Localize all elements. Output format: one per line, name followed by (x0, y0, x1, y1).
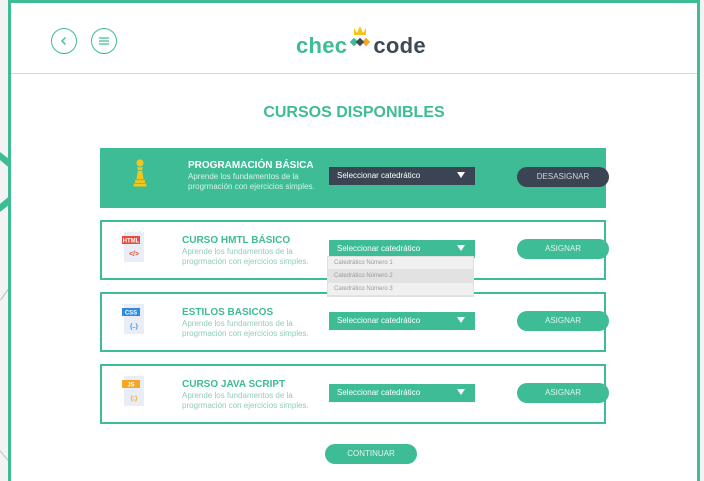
course-description: Aprende los fundamentos de la progrmació… (188, 172, 315, 191)
teacher-select-value: Seleccionar catedrático (337, 388, 421, 397)
teacher-select[interactable]: Seleccionar catedrático (329, 384, 475, 402)
menu-button[interactable] (91, 28, 117, 54)
teacher-option[interactable]: Catedrático Número 2 (328, 270, 473, 283)
course-description: Aprende los fundamentos de la progrmació… (182, 247, 309, 266)
page-title: CURSOS DISPONIBLES (263, 104, 445, 121)
course-card-programacion: PROGRAMACIÓN BÁSICA Aprende los fundamen… (100, 148, 609, 208)
logo: chec code (296, 26, 426, 59)
course-description: Aprende los fundamentos de la progrmació… (182, 319, 309, 338)
course-name: CURSO HMTL BÁSICO (182, 235, 291, 246)
css-file-icon: CSS {..} (122, 304, 144, 334)
course-name: ESTILOS BASICOS (182, 307, 274, 318)
chess-pawn-icon (133, 159, 147, 187)
chevron-left-icon (61, 37, 66, 45)
unassign-button[interactable]: DESASIGNAR (517, 167, 609, 187)
teacher-option[interactable]: Catedrático Número 1 (328, 257, 473, 270)
back-button[interactable] (51, 28, 77, 54)
svg-text:</>: </> (129, 251, 139, 258)
svg-text:JS: JS (127, 383, 134, 389)
logo-text-right: code (373, 33, 426, 58)
continue-button[interactable]: CONTINUAR (325, 444, 417, 464)
logo-text-left: chec (296, 33, 348, 58)
teacher-select-value: Seleccionar catedrático (337, 244, 421, 253)
assign-button[interactable]: ASIGNAR (517, 383, 609, 403)
teacher-select[interactable]: Seleccionar catedrático (329, 167, 475, 185)
course-description: Aprende los fundamentos de la progrmació… (182, 391, 309, 410)
caret-down-icon (457, 245, 465, 251)
assign-button[interactable]: ASIGNAR (517, 239, 609, 259)
crown-icon (348, 26, 372, 58)
svg-text:CSS: CSS (125, 311, 137, 317)
teacher-option[interactable]: Catedrático Número 3 (328, 283, 473, 296)
teacher-select[interactable]: Seleccionar catedrático (329, 312, 475, 330)
html-file-icon: HTML </> (122, 232, 144, 262)
course-name: CURSO JAVA SCRIPT (182, 379, 286, 390)
teacher-select-value: Seleccionar catedrático (337, 171, 421, 180)
caret-down-icon (457, 317, 465, 323)
js-file-icon: JS {;} (122, 376, 144, 406)
header: chec code (11, 3, 697, 74)
teacher-select-value: Seleccionar catedrático (337, 316, 421, 325)
caret-down-icon (457, 172, 465, 178)
svg-text:HTML: HTML (123, 239, 140, 245)
course-name: PROGRAMACIÓN BÁSICA (188, 160, 314, 171)
svg-text:{;}: {;} (131, 396, 138, 402)
app-window: chec code CURSOS DISPONIBLES PROGRAMACIÓ… (8, 0, 700, 481)
teacher-options-list: Catedrático Número 1 Catedrático Número … (327, 256, 474, 297)
menu-icon (99, 37, 109, 45)
svg-text:{..}: {..} (130, 324, 139, 330)
course-card-css: CSS {..} ESTILOS BASICOS Aprende los fun… (100, 292, 609, 352)
caret-down-icon (457, 389, 465, 395)
assign-button[interactable]: ASIGNAR (517, 311, 609, 331)
course-card-javascript: JS {;} CURSO JAVA SCRIPT Aprende los fun… (100, 364, 609, 424)
